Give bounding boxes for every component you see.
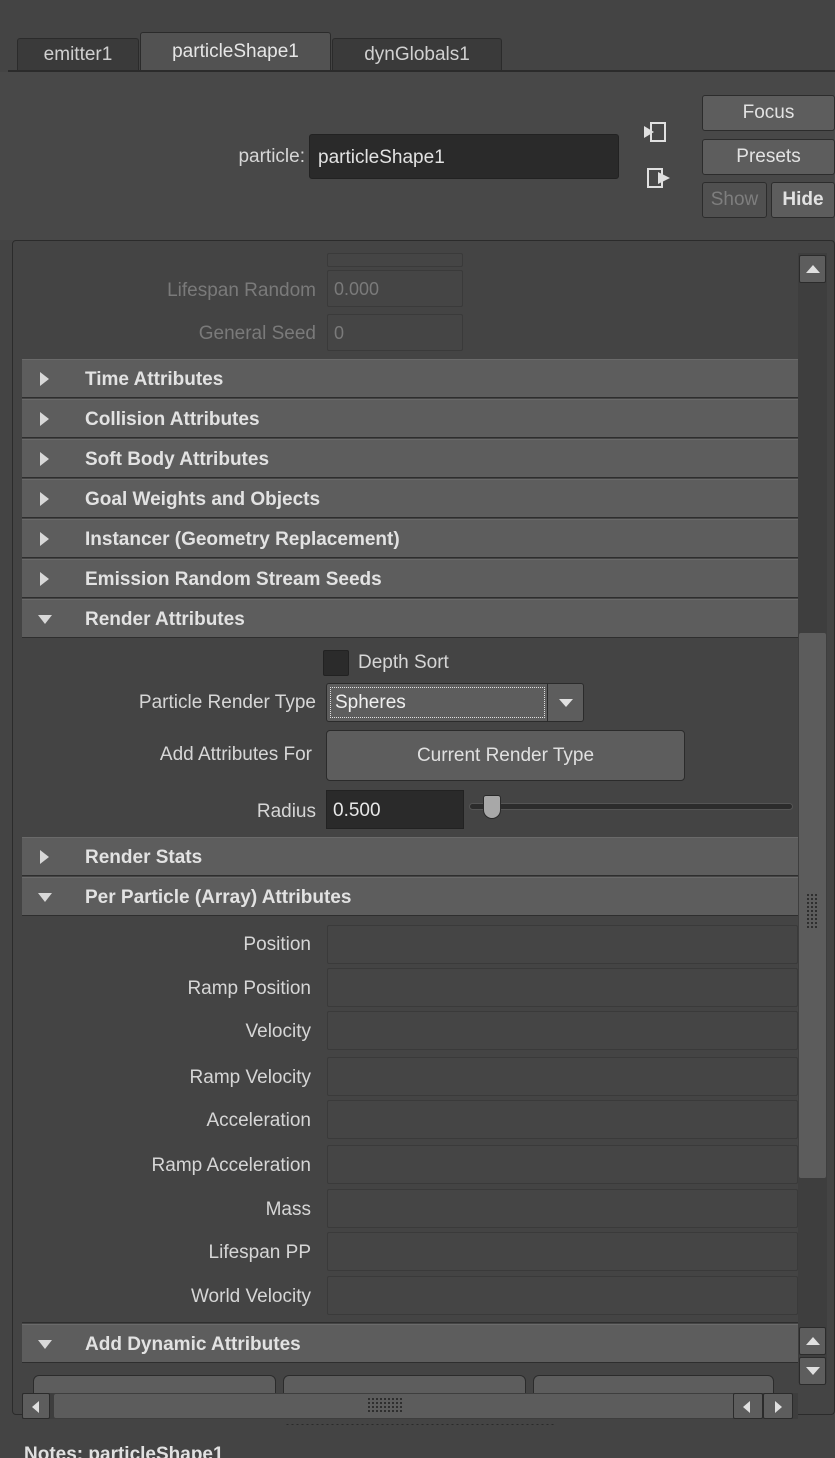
render-type-value: Spheres [330,687,545,718]
arrow-right-icon [775,1401,782,1413]
render-type-label: Particle Render Type [138,692,316,713]
collapse-arrow-icon [38,1340,52,1349]
collapse-arrow-icon [38,893,52,902]
scroll-right-button[interactable] [763,1393,793,1419]
arrow-left-icon [32,1401,39,1413]
section-collision-attributes[interactable]: Collision Attributes [22,399,798,438]
node-type-label: particle: [238,146,305,167]
input-connections-icon[interactable] [642,120,668,144]
horizontal-scrollbar[interactable] [22,1393,798,1419]
scroll-grip-icon [367,1397,403,1413]
pp-label: Velocity [245,1021,311,1042]
pp-field-velocity[interactable] [327,1011,798,1050]
scroll-up-button-bottom[interactable] [799,1327,826,1355]
pp-field-mass[interactable] [327,1189,798,1228]
pp-field-position[interactable] [327,925,798,964]
radius-slider-handle[interactable] [483,795,501,819]
pp-field-lifespan-pp[interactable] [327,1232,798,1271]
pp-label: World Velocity [190,1286,311,1307]
pp-label: Ramp Acceleration [151,1155,311,1176]
section-title: Soft Body Attributes [85,449,270,470]
pp-label: Ramp Velocity [189,1067,311,1088]
pp-label: Position [243,934,311,955]
pp-field-ramp-position[interactable] [327,968,798,1007]
section-title: Emission Random Stream Seeds [85,569,382,590]
general-seed-field: 0 [327,314,463,351]
pp-field-world-velocity[interactable] [327,1276,798,1315]
pp-field-ramp-velocity[interactable] [327,1057,798,1096]
arrow-down-icon [806,1367,820,1375]
arrow-up-icon [806,1337,820,1345]
tab-bar: emitter1 particleShape1 dynGlobals1 [0,0,835,72]
partial-field [327,253,463,267]
section-title: Add Dynamic Attributes [85,1334,301,1355]
pp-label: Ramp Position [187,978,311,999]
radius-slider-track[interactable] [469,803,793,810]
section-soft-body-attributes[interactable]: Soft Body Attributes [22,439,798,478]
expand-arrow-icon [40,850,49,864]
section-add-dynamic-attributes[interactable]: Add Dynamic Attributes [22,1324,798,1363]
node-name-field[interactable]: particleShape1 [309,134,619,179]
collapse-arrow-icon [38,615,52,624]
pp-label: Mass [265,1199,311,1220]
section-title: Goal Weights and Objects [85,489,321,510]
add-attributes-for-label: Add Attributes For [159,744,312,765]
depth-sort-checkbox[interactable] [323,650,349,676]
show-button[interactable]: Show [702,182,767,218]
section-render-attributes[interactable]: Render Attributes [22,599,798,638]
current-render-type-button[interactable]: Current Render Type [326,730,685,781]
depth-sort-label: Depth Sort [358,652,449,673]
presets-button[interactable]: Presets [702,139,835,175]
scroll-left-button-right[interactable] [733,1393,763,1419]
section-title: Collision Attributes [85,409,260,430]
scroll-down-button[interactable] [799,1357,826,1385]
section-time-attributes[interactable]: Time Attributes [22,359,798,398]
chevron-down-icon [559,699,573,707]
arrow-left-icon [743,1401,750,1413]
focus-button[interactable]: Focus [702,95,835,131]
dropdown-caret-box [547,684,583,721]
section-emission-random-stream-seeds[interactable]: Emission Random Stream Seeds [22,559,798,598]
arrow-up-icon [806,265,820,273]
section-goal-weights[interactable]: Goal Weights and Objects [22,479,798,518]
scroll-up-button[interactable] [799,255,826,283]
tab-emitter1[interactable]: emitter1 [17,38,139,71]
expand-arrow-icon [40,412,49,426]
section-title: Render Stats [85,847,203,868]
output-connections-icon[interactable] [646,166,672,190]
hide-button[interactable]: Hide [771,182,835,218]
section-per-particle-attributes[interactable]: Per Particle (Array) Attributes [22,877,798,916]
scroll-left-button[interactable] [22,1393,50,1419]
notes-label: Notes: particleShape1 [24,1444,224,1458]
pp-label: Acceleration [206,1110,311,1131]
section-title: Instancer (Geometry Replacement) [85,529,400,550]
section-render-stats[interactable]: Render Stats [22,837,798,876]
render-type-dropdown[interactable]: Spheres [326,683,584,722]
expand-arrow-icon [40,372,49,386]
general-seed-label: General Seed [198,323,316,344]
expand-arrow-icon [40,452,49,466]
lifespan-random-field: 0.000 [327,270,463,307]
section-title: Time Attributes [85,369,224,390]
scroll-grip-icon [806,893,818,929]
expand-arrow-icon [40,572,49,586]
section-title: Per Particle (Array) Attributes [85,887,352,908]
vertical-scrollbar[interactable] [798,253,827,1383]
radius-field[interactable]: 0.500 [326,790,464,829]
tab-particleshape1[interactable]: particleShape1 [140,32,331,72]
lifespan-random-label: Lifespan Random [167,280,316,301]
notes-resize-grip[interactable] [285,1423,555,1426]
section-instancer[interactable]: Instancer (Geometry Replacement) [22,519,798,558]
radius-label: Radius [256,801,316,822]
pp-field-ramp-acceleration[interactable] [327,1145,798,1184]
pp-field-acceleration[interactable] [327,1100,798,1139]
expand-arrow-icon [40,492,49,506]
section-title: Render Attributes [85,609,245,630]
tab-dynglobals1[interactable]: dynGlobals1 [332,38,502,71]
pp-label: Lifespan PP [208,1242,311,1263]
expand-arrow-icon [40,532,49,546]
